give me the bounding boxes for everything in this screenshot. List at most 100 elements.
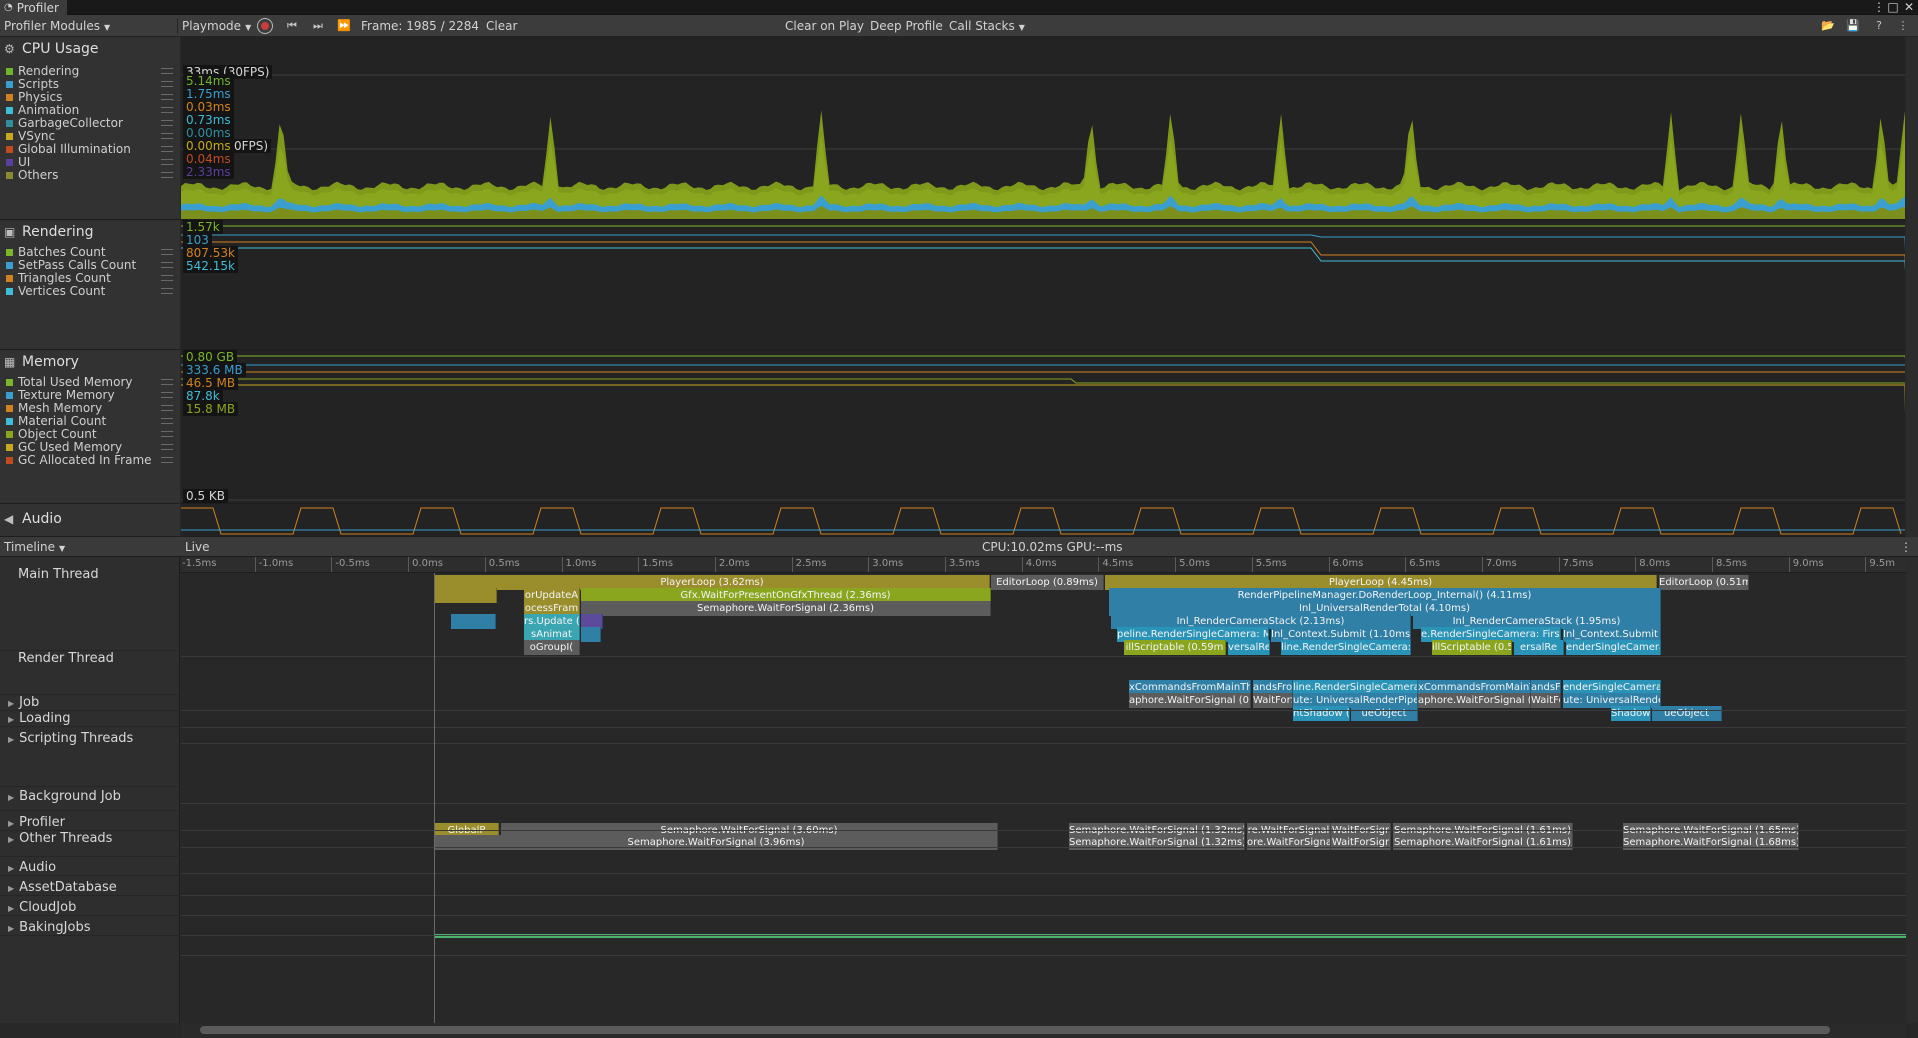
profiler-sample-bar[interactable]: enderSingleCamera: First [1566,640,1661,655]
timeline-scrollbar[interactable] [1906,557,1918,1023]
time-tick-label: 5.5ms [1251,557,1287,572]
help-icon[interactable]: ? [1871,18,1887,34]
more-options-icon[interactable]: ⋮ [1872,0,1886,15]
record-button[interactable] [258,19,272,33]
legend-drag-handle[interactable] [161,457,173,463]
time-ruler[interactable]: -1.5ms -1.0ms -0.5ms 0.0ms 0.5ms 1.0ms 1.5ms 2.… [181,557,1906,573]
load-icon[interactable]: 📂 [1820,18,1836,34]
profiler-sample-bar[interactable] [435,588,497,603]
live-toggle[interactable]: Live [185,537,210,557]
close-icon[interactable]: ✕ [1902,0,1916,15]
legend-drag-handle[interactable] [161,172,173,178]
profiler-sample-bar[interactable]: aphore.WaitForSignal (0.8 [1418,693,1531,708]
toolbar-menu-icon[interactable]: ⋮ [1895,18,1911,34]
profiler-sample-bar[interactable]: illScriptable (0.59m [1124,640,1226,655]
target-dropdown[interactable]: Playmode [182,16,251,36]
cpu-usage-graph[interactable]: 33ms (30FPS) 0FPS) 5.14ms 1.75ms 0.03ms 0.7… [181,37,1905,220]
profiler-sample-bar[interactable]: ersalRe [1514,640,1564,655]
profiler-sample-bar[interactable]: EditorLoop (0.89ms) [991,575,1104,590]
rendering-graph[interactable]: 1.57k 103 807.53k 542.15k [181,220,1905,350]
first-frame-icon[interactable]: ⏮ [284,18,300,34]
rendering-module[interactable]: ▣ Rendering Batches Count SetPass Calls C… [0,220,180,350]
legend-drag-handle[interactable] [161,275,173,281]
profiler-sample-bar[interactable]: WaitForSig [1531,693,1561,708]
legend-drag-handle[interactable] [161,107,173,113]
cpu-usage-module[interactable]: ⚙ CPU Usage Rendering Scripts Physics Anima… [0,37,180,220]
maximize-icon[interactable]: □ [1886,0,1900,15]
audio-title-text: Audio [22,511,62,527]
clear-on-play-button[interactable]: Clear on Play [785,16,864,36]
profiler-sample-bar[interactable]: ueObject [1351,706,1418,721]
thread-row-label[interactable]: BakingJobs [0,920,180,936]
profiler-sample-bar[interactable]: ntShadow ( [1293,706,1350,721]
memory-module[interactable]: ▦ Memory Total Used Memory Texture Memory… [0,350,180,504]
thread-row-label[interactable]: AssetDatabase [0,880,180,896]
legend-drag-handle[interactable] [161,431,173,437]
clear-button[interactable]: Clear [486,16,517,36]
call-stacks-dropdown[interactable]: Call Stacks [949,16,1025,36]
legend-drag-handle[interactable] [161,133,173,139]
thread-row-label[interactable]: Other Threads [0,831,180,857]
legend-drag-handle[interactable] [161,379,173,385]
thread-row-label[interactable]: Background Job [0,789,180,811]
legend-drag-handle[interactable] [161,146,173,152]
profiler-sample-bar[interactable]: Semaphore.WaitForSignal (2.36ms) [581,601,991,616]
profiler-sample-bar[interactable] [451,614,496,629]
legend-drag-handle[interactable] [161,405,173,411]
profiler-sample-bar[interactable]: WaitForSig [1253,693,1293,708]
profiler-sample-bar[interactable]: Shadow [1611,706,1651,721]
audio-graph[interactable] [181,504,1905,537]
profiler-sample-bar[interactable]: ueObject [1652,706,1722,721]
profiler-sample-bar[interactable] [581,627,601,642]
legend-drag-handle[interactable] [161,444,173,450]
thread-row-label[interactable]: Main Thread [0,567,180,651]
profiler-sample-bar[interactable]: EditorLoop (0.51m [1659,575,1749,590]
title-bar: ◔ Profiler ⋮ □ ✕ [0,0,1918,15]
series-value-label: 807.53k [183,246,238,260]
modules-scrollbar[interactable] [1906,37,1918,537]
timeline-menu-icon[interactable]: ⋮ [1900,537,1912,557]
save-icon[interactable]: 💾 [1845,18,1861,34]
legend-drag-handle[interactable] [161,68,173,74]
profiler-sample-bar[interactable]: aphore.WaitForSignal (0.8 [1129,693,1251,708]
legend-drag-handle[interactable] [161,249,173,255]
series-value-label: 2.33ms [183,165,234,179]
legend-item[interactable]: Vertices Count [6,283,105,299]
legend-item[interactable]: GC Allocated In Frame [6,452,152,468]
thread-row-label[interactable]: Profiler [0,815,180,831]
thread-row-label[interactable]: Render Thread [0,651,180,695]
legend-drag-handle[interactable] [161,159,173,165]
profiler-sample-bar[interactable]: oGroupI( [524,640,580,655]
thread-row-label[interactable]: Scripting Threads [0,731,180,787]
cpu-area-chart [181,74,1905,219]
thread-row-label[interactable]: Job [0,695,180,711]
thread-row-label[interactable]: Loading [0,711,180,727]
profiler-window-tab[interactable]: ◔ Profiler [0,0,68,15]
series-value-label: 333.6 MB [183,363,246,377]
series-value-label: 103 [183,233,212,247]
legend-drag-handle[interactable] [161,94,173,100]
profiler-modules-dropdown[interactable]: Profiler Modules [4,16,174,36]
deep-profile-button[interactable]: Deep Profile [870,16,943,36]
last-frame-icon[interactable]: ⏩ [336,18,352,34]
profiler-sample-bar[interactable]: line.RenderSingleCamera: Ma [1281,640,1411,655]
thread-row-label[interactable]: Audio [0,860,180,876]
legend-swatch [6,261,13,269]
window-title: Profiler [16,0,59,15]
thread-row-label[interactable]: CloudJob [0,900,180,916]
audio-module[interactable]: ◀ Audio [0,504,180,537]
legend-drag-handle[interactable] [161,418,173,424]
horizontal-scrollbar-thumb[interactable] [200,1026,1830,1034]
legend-drag-handle[interactable] [161,81,173,87]
profiler-sample-bar[interactable]: illScriptable (0.59m [1432,640,1512,655]
view-mode-dropdown[interactable]: Timeline [4,537,176,557]
legend-drag-handle[interactable] [161,120,173,126]
profiler-sample-bar[interactable]: versalRen [1228,640,1270,655]
legend-drag-handle[interactable] [161,392,173,398]
next-frame-icon[interactable]: ⏭ [310,18,326,34]
memory-graph[interactable]: 0.80 GB 333.6 MB 46.5 MB 87.8k 15.8 MB 0.5 K… [181,350,1905,504]
legend-drag-handle[interactable] [161,288,173,294]
legend-drag-handle[interactable] [161,262,173,268]
legend-item[interactable]: Others [6,167,58,183]
timeline-area[interactable]: PlayerLoop (3.62ms) EditorLoop (0.89ms) Pl… [181,573,1906,1023]
